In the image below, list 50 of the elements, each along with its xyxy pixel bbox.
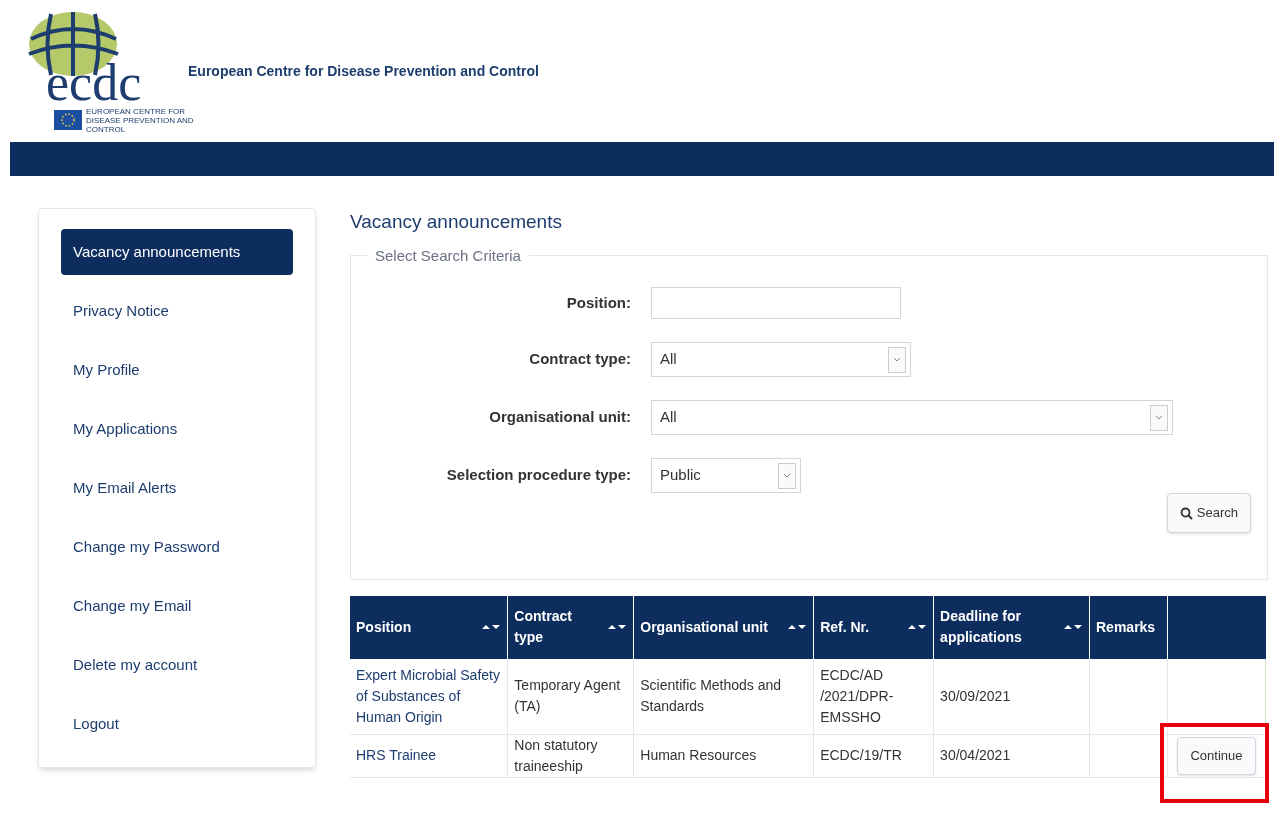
search-icon [1179, 506, 1193, 520]
table-cell: ECDC/AD /2021/DPR-EMSSHO [813, 658, 934, 734]
column-header[interactable]: Ref. Nr. [813, 595, 934, 659]
sort-icon[interactable] [1063, 623, 1083, 631]
field-label: Position: [565, 292, 631, 313]
position-field[interactable] [651, 287, 901, 319]
caret-icon [778, 462, 796, 489]
logo-caption: EUROPEAN CENTRE FOR DISEASE PREVENTION AND CONTROL [86, 106, 195, 134]
sidebar-item[interactable]: Vacancy announcements [61, 229, 293, 275]
caret-icon [1150, 404, 1168, 431]
continue-button[interactable]: Continue [1177, 736, 1256, 775]
sidebar-item[interactable]: Change my Password [61, 524, 293, 570]
table-cell: Non statutory traineeship [507, 734, 634, 777]
column-header[interactable]: Remarks [1089, 595, 1168, 659]
dropdown-field[interactable]: All [651, 400, 1173, 435]
sidebar-item[interactable]: Delete my account [61, 642, 293, 688]
sidebar-item[interactable]: My Email Alerts [61, 465, 293, 511]
caret-icon [888, 346, 906, 373]
position-link[interactable]: Expert Microbial Safety of Substances of Human Origin [350, 658, 508, 734]
dropdown-field[interactable]: All [651, 342, 911, 377]
sidebar-item[interactable]: Change my Email [61, 583, 293, 629]
column-header[interactable]: Position [350, 595, 508, 659]
sort-icon[interactable] [787, 623, 808, 631]
table-cell: ECDC/19/TR [813, 734, 934, 777]
eu-flag-icon [54, 110, 82, 130]
column-header[interactable]: Deadline for applications [933, 595, 1090, 659]
dropdown-field[interactable]: Public [651, 458, 801, 493]
sidebar-item[interactable]: Privacy Notice [61, 288, 293, 334]
column-header[interactable]: Contract type [507, 595, 634, 659]
field-label: Contract type: [528, 349, 631, 370]
sort-icon[interactable] [481, 623, 502, 631]
column-header[interactable]: Organisational unit [633, 595, 814, 659]
table-cell: 30/09/2021 [933, 658, 1090, 734]
site-title: European Centre for Disease Prevention and Control [188, 61, 539, 81]
logo-wordmark: ecdc [46, 62, 142, 103]
table-cell: 30/04/2021 [933, 734, 1090, 777]
search-button[interactable]: Search [1166, 493, 1251, 533]
table-cell: Scientific Methods and Standards [633, 658, 814, 734]
page-title: Vacancy announcements [350, 210, 563, 234]
position-link[interactable]: HRS Trainee [350, 734, 508, 777]
sidebar-item[interactable]: My Profile [61, 347, 293, 393]
search-criteria-legend: Select Search Criteria [367, 244, 529, 267]
sort-icon[interactable] [907, 623, 928, 631]
sort-icon[interactable] [607, 623, 628, 631]
sidebar-item[interactable]: Logout [61, 701, 293, 747]
table-cell: Temporary Agent (TA) [507, 658, 634, 734]
sidebar-item[interactable]: My Applications [61, 406, 293, 452]
field-label: Organisational unit: [488, 407, 631, 428]
field-label: Selection procedure type: [445, 465, 631, 486]
table-cell: Human Resources [633, 734, 814, 777]
